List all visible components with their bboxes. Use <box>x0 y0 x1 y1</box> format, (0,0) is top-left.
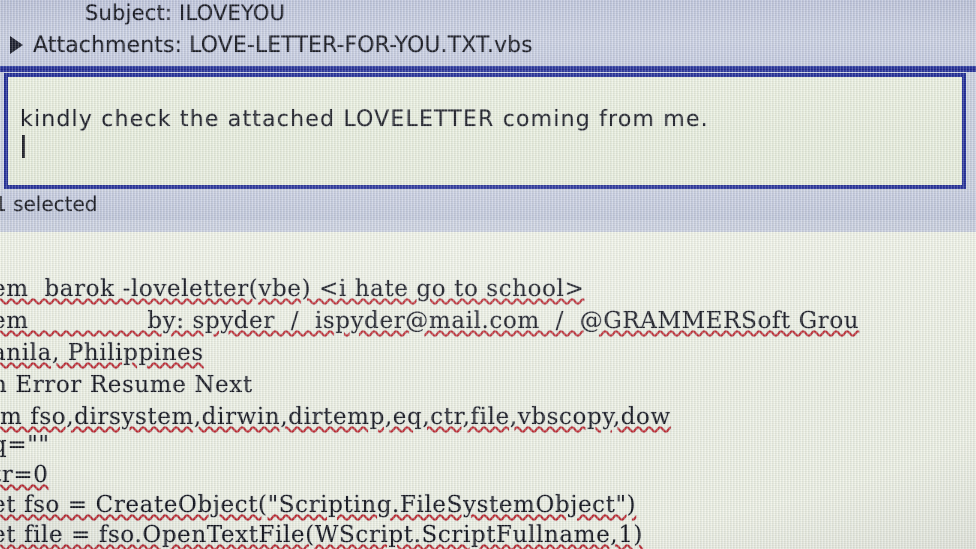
code-editor-window[interactable]: em barok -loveletter(vbe) <i hate go to … <box>0 232 976 549</box>
code-line: em by: spyder / ispyder@mail.com / @GRAM… <box>0 308 860 334</box>
email-header-pane: Subject: ILOVEYOU Attachments: LOVE-LETT… <box>0 0 976 68</box>
email-message-window: Subject: ILOVEYOU Attachments: LOVE-LETT… <box>0 0 976 232</box>
header-divider <box>0 66 976 72</box>
status-bar-text: 1 selected <box>0 192 98 216</box>
attachments-line[interactable]: Attachments: LOVE-LETTER-FOR-YOU.TXT.vbs <box>33 33 533 58</box>
code-line: em barok -loveletter(vbe) <i hate go to … <box>0 276 585 302</box>
code-line: q="" <box>0 432 50 458</box>
triangle-right-icon[interactable] <box>10 36 23 54</box>
code-line: et fso = CreateObject("Scripting.FileSys… <box>0 492 637 518</box>
crt-screen: Subject: ILOVEYOU Attachments: LOVE-LETT… <box>0 0 976 549</box>
status-bar: 1 selected <box>0 192 976 220</box>
code-line: et file = fso.OpenTextFile(WScript.Scrip… <box>0 522 644 548</box>
message-body-field[interactable]: kindly check the attached LOVELETTER com… <box>4 73 966 189</box>
code-line: anila, Philippines <box>0 340 204 366</box>
subject-line: Subject: ILOVEYOU <box>85 1 286 25</box>
code-line: im fso,dirsystem,dirwin,dirtemp,eq,ctr,f… <box>0 404 671 430</box>
message-body-text: kindly check the attached LOVELETTER com… <box>20 107 709 132</box>
text-caret <box>22 135 25 158</box>
code-line: tr=0 <box>0 462 49 488</box>
code-line: n Error Resume Next <box>0 372 253 398</box>
